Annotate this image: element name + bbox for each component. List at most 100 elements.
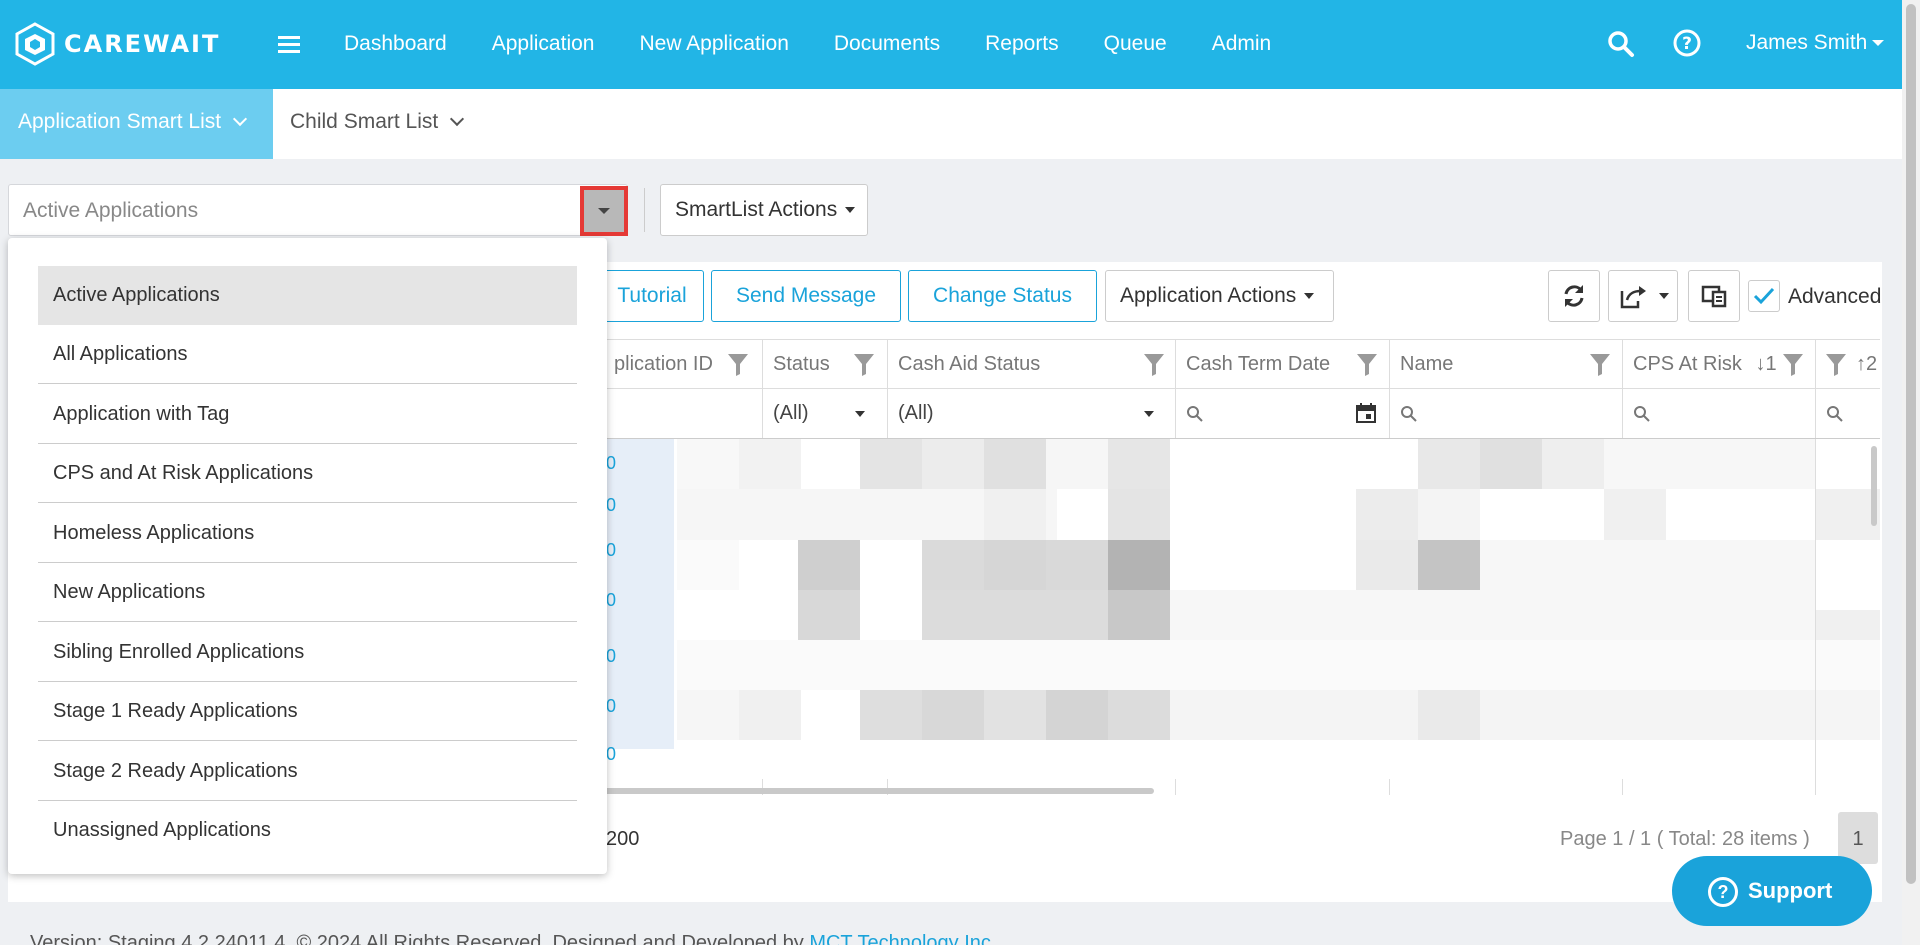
caret-down-icon bbox=[1659, 293, 1669, 299]
filter-cash-term-date[interactable] bbox=[1175, 389, 1389, 438]
page-scrollbar-thumb[interactable] bbox=[1906, 4, 1916, 884]
help-icon[interactable]: ? bbox=[1673, 29, 1701, 57]
option-label: Sibling Enrolled Applications bbox=[53, 641, 305, 663]
user-menu[interactable]: James Smith bbox=[1746, 31, 1885, 55]
application-id-link[interactable]: 0 bbox=[606, 696, 616, 717]
menu-toggle-icon[interactable] bbox=[278, 36, 300, 54]
filter-name[interactable] bbox=[1389, 389, 1622, 438]
page-size[interactable]: 200 bbox=[606, 828, 639, 851]
filter-cps-at-risk[interactable] bbox=[1622, 389, 1815, 438]
smartlist-option-new-applications[interactable]: New Applications bbox=[38, 563, 577, 622]
col-cash-aid-status[interactable]: Cash Aid Status bbox=[887, 340, 1175, 388]
smartlist-option-application-with-tag[interactable]: Application with Tag bbox=[38, 385, 577, 444]
table-row[interactable]: 0 bbox=[604, 740, 1880, 790]
change-status-button[interactable]: Change Status bbox=[908, 270, 1097, 322]
filter-icon[interactable] bbox=[854, 354, 874, 376]
col-cps-at-risk[interactable]: CPS At Risk ↓1 bbox=[1622, 340, 1815, 388]
redacted-cell bbox=[798, 540, 860, 590]
application-id-link[interactable]: 0 bbox=[606, 646, 616, 667]
filter-icon[interactable] bbox=[1783, 354, 1803, 376]
application-id-link[interactable]: 0 bbox=[606, 453, 616, 474]
smartlist-actions-label: SmartList Actions bbox=[675, 198, 838, 221]
export-button[interactable] bbox=[1608, 270, 1678, 322]
nav-queue[interactable]: Queue bbox=[1104, 32, 1167, 56]
smartlist-option-cps-at-risk[interactable]: CPS and At Risk Applications bbox=[38, 444, 577, 503]
column-divider bbox=[1175, 779, 1176, 795]
col-next[interactable]: ↑2 bbox=[1815, 340, 1880, 388]
col-status[interactable]: Status bbox=[762, 340, 887, 388]
column-divider bbox=[1815, 439, 1816, 795]
send-message-button[interactable]: Send Message bbox=[711, 270, 901, 322]
column-chooser-icon bbox=[1701, 285, 1727, 308]
col-label: Cash Term Date bbox=[1186, 353, 1331, 375]
smartlist-option-all-applications[interactable]: All Applications bbox=[38, 325, 577, 384]
filter-application-id[interactable] bbox=[604, 389, 762, 438]
table-row[interactable]: 0 bbox=[604, 690, 1880, 740]
option-label: New Applications bbox=[53, 581, 206, 603]
smartlist-select-value: Active Applications bbox=[23, 199, 199, 222]
smartlist-dropdown-button[interactable] bbox=[580, 186, 628, 236]
smartlist-actions-button[interactable]: SmartList Actions bbox=[660, 184, 868, 236]
nav-reports[interactable]: Reports bbox=[985, 32, 1059, 56]
smartlist-select[interactable]: Active Applications bbox=[8, 184, 628, 236]
smartlist-option-stage-1-ready[interactable]: Stage 1 Ready Applications bbox=[38, 682, 577, 741]
smartlist-option-stage-2-ready[interactable]: Stage 2 Ready Applications bbox=[38, 742, 577, 801]
filter-icon[interactable] bbox=[728, 354, 748, 376]
advanced-checkbox[interactable] bbox=[1748, 280, 1780, 312]
redacted-cell bbox=[922, 540, 984, 590]
filter-icon[interactable] bbox=[1590, 354, 1610, 376]
smartlist-option-sibling-enrolled[interactable]: Sibling Enrolled Applications bbox=[38, 623, 577, 682]
col-cash-term-date[interactable]: Cash Term Date bbox=[1175, 340, 1389, 388]
caret-down-icon bbox=[598, 208, 610, 214]
table-row[interactable]: 0 bbox=[604, 640, 1880, 690]
filter-status[interactable]: (All) bbox=[762, 389, 887, 438]
chevron-down-icon bbox=[450, 111, 465, 127]
search-icon[interactable] bbox=[1607, 30, 1635, 58]
column-chooser-button[interactable] bbox=[1688, 270, 1740, 322]
table-row[interactable]: 0 bbox=[604, 540, 1880, 590]
smartlist-option-unassigned[interactable]: Unassigned Applications bbox=[38, 801, 577, 860]
application-id-link[interactable]: 0 bbox=[606, 495, 616, 516]
redacted-cell bbox=[1418, 489, 1480, 540]
redacted-cell bbox=[1356, 489, 1418, 540]
footer-company-link[interactable]: MCT Technology Inc bbox=[809, 932, 991, 945]
tab-child-smart-list[interactable]: Child Smart List bbox=[290, 110, 465, 134]
pager-info: Page 1 / 1 ( Total: 28 items ) bbox=[1560, 828, 1810, 850]
caret-down-icon bbox=[1872, 40, 1885, 47]
table-row[interactable]: 0 bbox=[604, 489, 1880, 540]
svg-text:?: ? bbox=[1682, 34, 1692, 54]
support-button[interactable]: ? Support bbox=[1672, 856, 1872, 926]
smartlist-dropdown: Active Applications All Applications App… bbox=[8, 238, 607, 874]
redacted-cell bbox=[1815, 610, 1880, 640]
table-row[interactable]: 0 bbox=[604, 590, 1880, 640]
col-application-id[interactable]: plication ID bbox=[604, 340, 762, 388]
table-row[interactable]: 0 bbox=[604, 439, 1880, 489]
redacted-cell bbox=[1108, 690, 1170, 740]
filter-cash-aid-value: (All) bbox=[898, 402, 934, 424]
application-id-link[interactable]: 0 bbox=[606, 590, 616, 611]
nav-dashboard[interactable]: Dashboard bbox=[344, 32, 447, 56]
vertical-scrollbar[interactable] bbox=[1871, 446, 1877, 526]
col-name[interactable]: Name bbox=[1389, 340, 1622, 388]
nav-application[interactable]: Application bbox=[492, 32, 595, 56]
smartlist-option-active-applications[interactable]: Active Applications bbox=[38, 266, 577, 325]
calendar-icon[interactable] bbox=[1355, 402, 1377, 424]
horizontal-scrollbar[interactable] bbox=[604, 788, 1154, 794]
filter-next[interactable] bbox=[1815, 389, 1880, 438]
application-actions-button[interactable]: Application Actions bbox=[1105, 270, 1334, 322]
filter-icon[interactable] bbox=[1826, 354, 1846, 376]
footer: Version: Staging 4.2.24011.4, © 2024 All… bbox=[30, 932, 991, 945]
col-label: Cash Aid Status bbox=[898, 353, 1041, 375]
application-id-link[interactable]: 0 bbox=[606, 540, 616, 561]
tab-application-smart-list[interactable]: Application Smart List bbox=[0, 89, 273, 159]
nav-new-application[interactable]: New Application bbox=[639, 32, 788, 56]
smartlist-option-homeless[interactable]: Homeless Applications bbox=[38, 504, 577, 563]
nav-admin[interactable]: Admin bbox=[1212, 32, 1272, 56]
filter-icon[interactable] bbox=[1357, 354, 1377, 376]
logo[interactable]: CAREWAIT bbox=[14, 22, 220, 66]
refresh-button[interactable] bbox=[1548, 270, 1600, 322]
nav-documents[interactable]: Documents bbox=[834, 32, 940, 56]
filter-cash-aid-status[interactable]: (All) bbox=[887, 389, 1175, 438]
filter-icon[interactable] bbox=[1144, 354, 1164, 376]
application-id-link[interactable]: 0 bbox=[606, 744, 616, 765]
